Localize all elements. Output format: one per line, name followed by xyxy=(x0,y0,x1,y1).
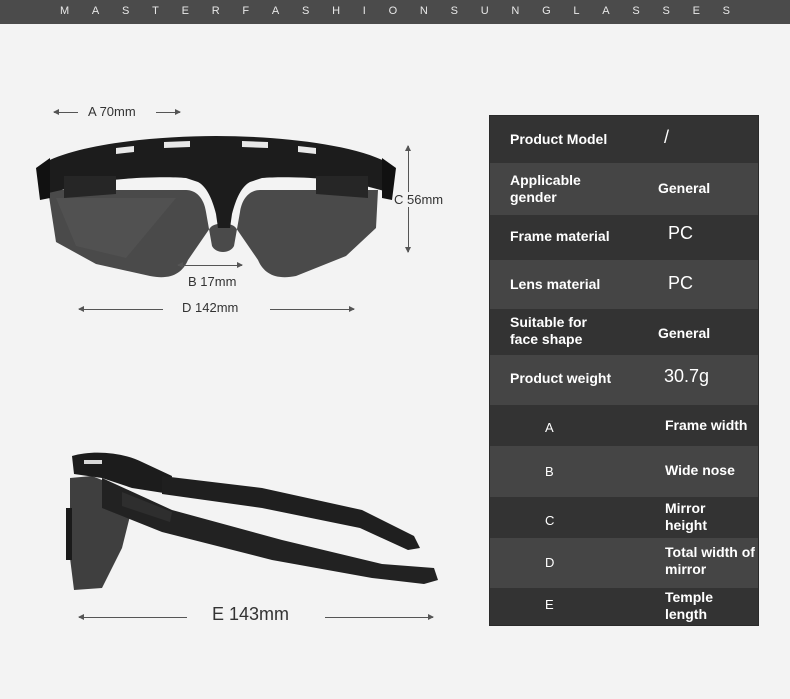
dimension-d-arrow-left xyxy=(78,306,163,312)
dimension-name: Wide nose xyxy=(665,462,735,478)
spec-label: Frame material xyxy=(510,228,610,244)
vent-left-2 xyxy=(164,141,190,148)
dimension-d-arrow-right xyxy=(270,306,355,312)
spec-row-face-shape: Suitable for face shape General xyxy=(490,309,758,355)
dimension-row-c: C Mirror height xyxy=(490,497,758,538)
brand-letter: S xyxy=(450,5,458,17)
dimension-letter: C xyxy=(545,513,555,528)
brand-letter: S xyxy=(301,5,310,17)
brand-letter: R xyxy=(211,5,220,17)
spec-row-frame-material: Frame material PC xyxy=(490,215,758,260)
brand-letter: M xyxy=(60,5,70,17)
dimension-row-b: B Wide nose xyxy=(490,446,758,497)
brand-banner: M A S T E R F A S H I O N S U N G L A S … xyxy=(0,0,790,24)
dimension-row-a: A Frame width xyxy=(490,405,758,446)
brand-letter: E xyxy=(181,5,189,17)
dimension-letter: A xyxy=(545,420,554,435)
spec-table: Product Model / Applicable gender Genera… xyxy=(489,115,759,626)
dimension-b-arrow xyxy=(177,262,243,268)
brand-letter: I xyxy=(362,5,366,17)
brand-letter: A xyxy=(271,5,280,17)
brand-letter: S xyxy=(632,5,640,17)
brand-letter: A xyxy=(91,5,100,17)
brand-letter: G xyxy=(542,5,551,17)
spec-label: Product Model xyxy=(510,131,608,147)
brand-letter: S xyxy=(722,5,730,17)
brand-letter: F xyxy=(242,5,250,17)
spec-row-gender: Applicable gender General xyxy=(490,163,758,215)
brand-letter: S xyxy=(122,5,130,17)
dimension-letter: B xyxy=(545,464,554,479)
sunglasses-front-view xyxy=(36,136,396,278)
spec-value: 30.7g xyxy=(664,366,710,386)
dimension-b-label: B 17mm xyxy=(188,274,237,289)
spec-label: Lens material xyxy=(510,276,601,292)
brand-letter: N xyxy=(419,5,428,17)
brand-letter: A xyxy=(602,5,610,17)
spec-value: / xyxy=(664,127,670,147)
brand-letter: E xyxy=(692,5,700,17)
dimension-name: Total width of mirror xyxy=(665,544,755,577)
brand-letter: U xyxy=(480,5,489,17)
dimension-row-d: D Total width of mirror xyxy=(490,538,758,588)
product-detail-page: M A S T E R F A S H I O N S U N G L A S … xyxy=(0,0,790,699)
brand-letter: H xyxy=(332,5,341,17)
dimension-a-arrow-left xyxy=(53,109,78,115)
dimension-e-arrow-left xyxy=(78,614,187,620)
dimension-letter: E xyxy=(545,597,554,612)
dimension-name: Temple length xyxy=(665,589,713,622)
spec-row-product-model: Product Model / xyxy=(490,116,758,163)
sunglasses-side-view xyxy=(66,452,438,590)
brand-letter: L xyxy=(573,5,580,17)
spec-row-weight: Product weight 30.7g xyxy=(490,355,758,405)
dimension-a-label: A 70mm xyxy=(88,104,136,119)
dimension-c-label: C 56mm xyxy=(394,192,444,207)
dimension-d-label: D 142mm xyxy=(182,300,239,315)
brand-letter: N xyxy=(511,5,520,17)
spec-label: Applicable gender xyxy=(510,172,581,205)
vent-right-1 xyxy=(242,141,268,148)
dimension-e-label: E 143mm xyxy=(212,604,290,624)
dimension-e-arrow-right xyxy=(325,614,434,620)
spec-row-lens-material: Lens material PC xyxy=(490,260,758,309)
dimension-letter: D xyxy=(545,555,555,570)
dimension-a-arrow-right xyxy=(156,109,181,115)
dimension-name: Mirror height xyxy=(665,500,707,533)
spec-value: General xyxy=(658,180,711,196)
spec-value: PC xyxy=(668,273,694,293)
brand-name: M A S T E R F A S H I O N S U N G L A S … xyxy=(60,5,730,17)
dimension-row-e: E Temple length xyxy=(490,588,758,625)
dimension-name: Frame width xyxy=(665,417,748,433)
spec-value: General xyxy=(658,325,711,341)
brand-letter: O xyxy=(388,5,398,17)
brand-letter: S xyxy=(662,5,670,17)
spec-value: PC xyxy=(668,223,694,243)
spec-label: Product weight xyxy=(510,370,612,386)
spec-label: Suitable for face shape xyxy=(510,314,588,347)
brand-letter: T xyxy=(152,5,159,17)
